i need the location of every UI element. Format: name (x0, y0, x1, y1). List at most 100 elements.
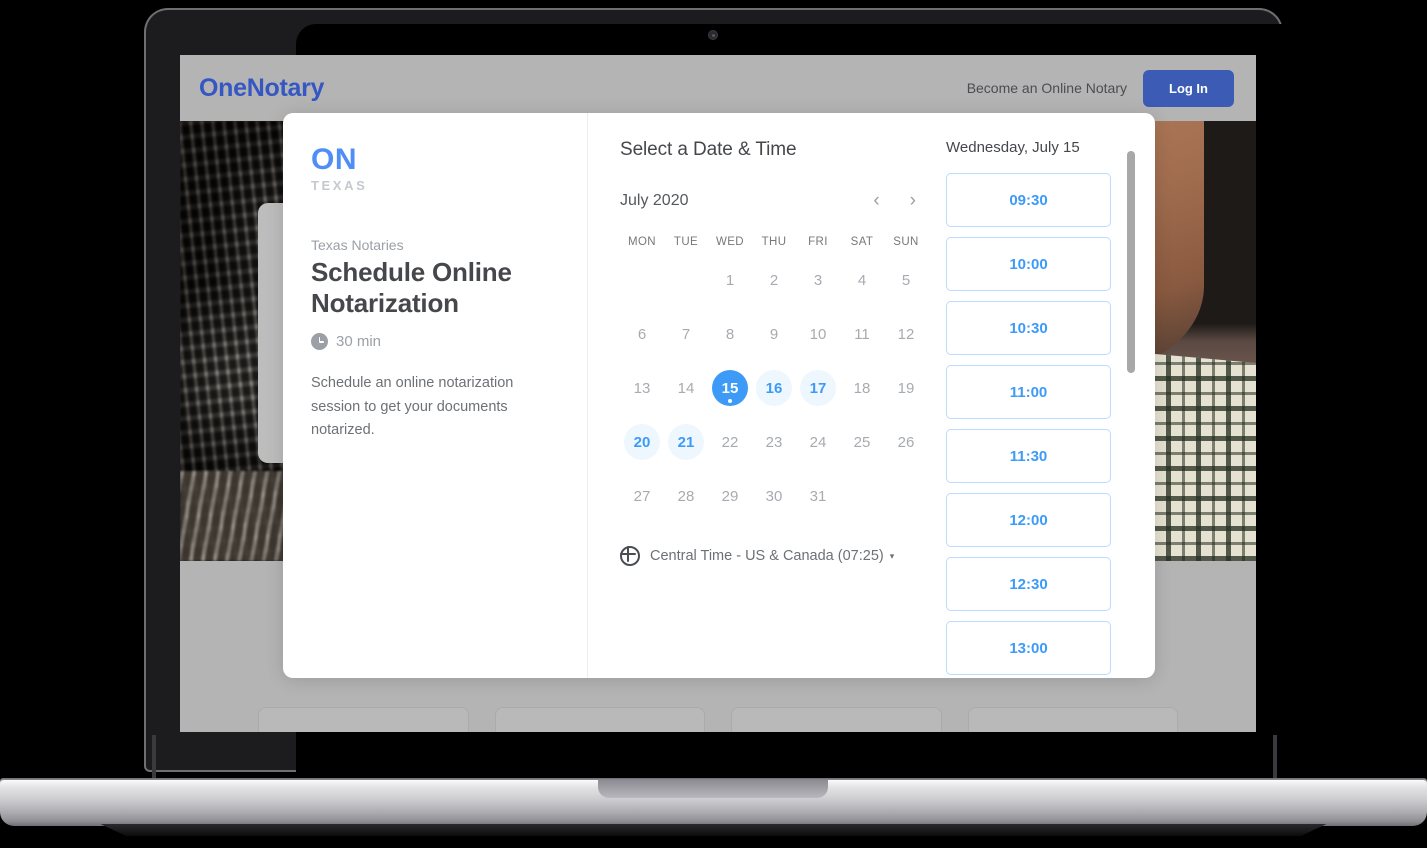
login-button[interactable]: Log In (1143, 69, 1234, 107)
calendar-day-7: 7 (681, 325, 691, 343)
calendar-cell: 19 (884, 366, 928, 410)
calendar-cell: 4 (840, 258, 884, 302)
time-slot-1100[interactable]: 11:00 (946, 365, 1111, 419)
feature-card[interactable] (258, 707, 469, 732)
time-slot-0930[interactable]: 09:30 (946, 173, 1111, 227)
calendar-cell: 7 (664, 312, 708, 356)
calendar-day-15[interactable]: 15 (712, 370, 748, 406)
calendar-day-9: 9 (769, 325, 779, 343)
calendar-day-2: 2 (769, 271, 779, 289)
laptop-hinge-right (1273, 735, 1277, 783)
calendar-day-27: 27 (633, 487, 651, 505)
calendar-cell: 3 (796, 258, 840, 302)
calendar-day-16[interactable]: 16 (756, 370, 792, 406)
calendar-cell (884, 474, 928, 518)
timezone-label: Central Time - US & Canada (07:25) (650, 548, 884, 564)
brand-logo[interactable]: OneNotary (199, 74, 324, 103)
calendar-cell: 27 (620, 474, 664, 518)
calendar-cell: 13 (620, 366, 664, 410)
calendar-cell: 5 (884, 258, 928, 302)
calendar-cell: 15 (708, 366, 752, 410)
calendar-day-20[interactable]: 20 (624, 424, 660, 460)
scheduling-modal: ON TEXAS Texas Notaries Schedule Online … (283, 113, 1155, 678)
globe-icon (620, 546, 640, 566)
chevron-down-icon: ▾ (889, 550, 895, 561)
clock-icon (311, 333, 328, 351)
time-slot-1130[interactable]: 11:30 (946, 429, 1111, 483)
time-slot-1000[interactable]: 10:00 (946, 237, 1111, 291)
calendar-day-5: 5 (901, 271, 911, 289)
time-slots-scrollbar-thumb[interactable] (1127, 151, 1135, 373)
onenotary-texas-logo: ON (311, 143, 357, 176)
feature-cards-row (180, 707, 1256, 732)
calendar-day-3: 3 (813, 271, 823, 289)
calendar-cell: 6 (620, 312, 664, 356)
calendar-day-header: WED (715, 236, 745, 248)
time-slot-1030[interactable]: 10:30 (946, 301, 1111, 355)
header-actions: Become an Online Notary Log In (967, 69, 1234, 107)
feature-card[interactable] (967, 707, 1178, 732)
calendar-cell: 25 (840, 420, 884, 464)
calendar-cell: 18 (840, 366, 884, 410)
calendar-cell: 23 (752, 420, 796, 464)
time-slot-1300[interactable]: 13:00 (946, 621, 1111, 675)
calendar-day-30: 30 (765, 487, 783, 505)
calendar-day-31: 31 (809, 487, 827, 505)
time-slot-1230[interactable]: 12:30 (946, 557, 1111, 611)
calendar-cell: 2 (752, 258, 796, 302)
calendar-week-row: 13 14 15 16 17 18 19 (620, 366, 940, 410)
laptop-base-shadow (100, 824, 1327, 836)
select-datetime-heading: Select a Date & Time (620, 139, 797, 160)
event-info-pane: ON TEXAS Texas Notaries Schedule Online … (283, 113, 588, 678)
calendar-section: Select a Date & Time July 2020 ‹ › MON TU… (588, 139, 940, 678)
calendar-week-row: 6 7 8 9 10 11 12 (620, 312, 940, 356)
calendar-day-header: FRI (808, 236, 828, 248)
calendar-cell: 1 (708, 258, 752, 302)
organization-name: Texas Notaries (311, 237, 404, 253)
calendar-cell: 12 (884, 312, 928, 356)
calendar-day-17[interactable]: 17 (800, 370, 836, 406)
calendar-cell: 16 (752, 366, 796, 410)
prev-month-icon[interactable]: ‹ (873, 191, 879, 210)
calendar-day-headers: MON TUE WED THU FRI SAT SUN (620, 236, 940, 248)
calendar-day-24: 24 (809, 433, 827, 451)
time-slot-1200[interactable]: 12:00 (946, 493, 1111, 547)
calendar-day-28: 28 (677, 487, 695, 505)
calendar-day-19: 19 (897, 379, 915, 397)
site-header: OneNotary Become an Online Notary Log In (180, 55, 1256, 121)
calendar-month-label: July 2020 (620, 191, 689, 209)
webcam-icon (709, 31, 717, 39)
calendar-week-row: 27 28 29 30 31 (620, 474, 940, 518)
event-duration: 30 min (311, 333, 559, 351)
calendar-cell: 10 (796, 312, 840, 356)
become-notary-link[interactable]: Become an Online Notary (967, 80, 1127, 96)
calendar-day-1: 1 (725, 271, 735, 289)
calendar-week-row: 1 2 3 4 5 (620, 258, 940, 302)
next-month-icon[interactable]: › (910, 191, 916, 210)
calendar-day-14: 14 (677, 379, 695, 397)
calendar-cell (620, 258, 664, 302)
feature-card[interactable] (731, 707, 942, 732)
calendar-cell: 17 (796, 366, 840, 410)
event-title: Schedule Online Notarization (311, 257, 512, 319)
timezone-selector[interactable]: Central Time - US & Canada (07:25) ▾ (620, 546, 940, 566)
browser-screen: OneNotary Become an Online Notary Log In (180, 55, 1256, 732)
calendar-cell: 26 (884, 420, 928, 464)
calendar-day-header: SAT (850, 236, 874, 248)
time-slots-section: Wednesday, July 15 09:30 10:00 10:30 11:00 1… (940, 139, 1155, 678)
calendar-cell (664, 258, 708, 302)
event-duration-label: 30 min (336, 333, 382, 351)
feature-card[interactable] (494, 707, 705, 732)
laptop-base-notch (598, 780, 828, 798)
calendar-day-4: 4 (857, 271, 867, 289)
calendar-grid: 1 2 3 4 5 6 7 8 9 10 11 12 13 14 15 16 17 18 19 20 21 22 23 24 2… (620, 258, 940, 518)
calendar-day-25: 25 (853, 433, 871, 451)
event-description: Schedule an online notarization session … (311, 375, 514, 439)
calendar-week-row: 20 21 22 23 24 25 26 (620, 420, 940, 464)
calendar-header: July 2020 ‹ › (620, 191, 940, 210)
calendar-day-header: MON (627, 236, 657, 248)
calendar-cell: 24 (796, 420, 840, 464)
calendar-day-21[interactable]: 21 (668, 424, 704, 460)
calendar-day-13: 13 (633, 379, 651, 397)
calendar-cell: 20 (620, 420, 664, 464)
